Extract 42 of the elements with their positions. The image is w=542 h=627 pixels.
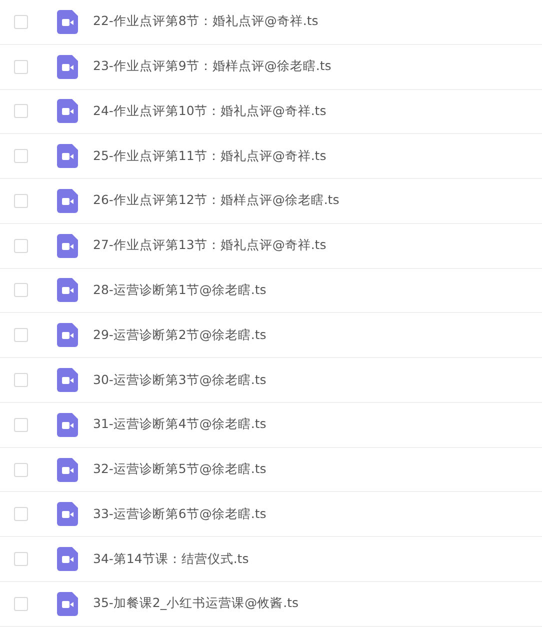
file-name[interactable]: 32-运营诊断第5节@徐老瞎.ts xyxy=(93,461,266,478)
video-file-icon xyxy=(57,54,78,79)
file-name[interactable]: 25-作业点评第11节：婚礼点评@奇祥.ts xyxy=(93,148,326,165)
checkbox[interactable] xyxy=(14,60,28,74)
video-file-icon xyxy=(57,188,78,213)
checkbox[interactable] xyxy=(14,418,28,432)
video-file-icon xyxy=(57,234,78,258)
video-file-icon xyxy=(57,99,78,124)
file-name[interactable]: 33-运营诊断第6节@徐老瞎.ts xyxy=(93,506,266,523)
checkbox[interactable] xyxy=(14,283,28,298)
checkbox[interactable] xyxy=(14,14,28,29)
file-name[interactable]: 35-加餐课2_小红书运营课@攸酱.ts xyxy=(93,595,299,612)
video-file-icon xyxy=(57,10,78,34)
file-name[interactable]: 24-作业点评第10节：婚礼点评@奇祥.ts xyxy=(93,102,326,120)
checkbox[interactable] xyxy=(14,507,28,522)
video-file-icon xyxy=(57,278,78,302)
file-name[interactable]: 31-运营诊断第4节@徐老瞎.ts xyxy=(93,416,266,434)
video-file-icon xyxy=(57,547,78,572)
checkbox[interactable] xyxy=(14,373,28,387)
file-name[interactable]: 22-作业点评第8节：婚礼点评@奇祥.ts xyxy=(93,13,318,30)
file-name[interactable]: 27-作业点评第13节：婚礼点评@奇祥.ts xyxy=(93,237,326,254)
file-name[interactable]: 34-第14节课：结营仪式.ts xyxy=(93,550,249,568)
video-file-icon xyxy=(57,502,78,526)
video-file-icon xyxy=(57,592,78,616)
checkbox[interactable] xyxy=(14,104,28,118)
checkbox[interactable] xyxy=(14,149,28,164)
file-name[interactable]: 26-作业点评第12节：婚样点评@徐老瞎.ts xyxy=(93,192,340,210)
video-file-icon xyxy=(57,144,78,168)
checkbox[interactable] xyxy=(14,552,28,566)
video-file-icon xyxy=(57,323,78,348)
checkbox[interactable] xyxy=(14,328,28,342)
checkbox[interactable] xyxy=(14,596,28,611)
video-file-icon xyxy=(57,412,78,437)
file-name[interactable]: 28-运营诊断第1节@徐老瞎.ts xyxy=(93,282,266,299)
file-name[interactable]: 30-运营诊断第3节@徐老瞎.ts xyxy=(93,372,266,388)
checkbox[interactable] xyxy=(14,238,28,253)
video-file-icon xyxy=(57,368,78,392)
video-file-icon xyxy=(57,458,78,482)
checkbox[interactable] xyxy=(14,462,28,477)
checkbox[interactable] xyxy=(14,194,28,208)
file-name[interactable]: 29-运营诊断第2节@徐老瞎.ts xyxy=(93,326,266,344)
file-name[interactable]: 23-作业点评第9节：婚样点评@徐老瞎.ts xyxy=(93,58,332,76)
